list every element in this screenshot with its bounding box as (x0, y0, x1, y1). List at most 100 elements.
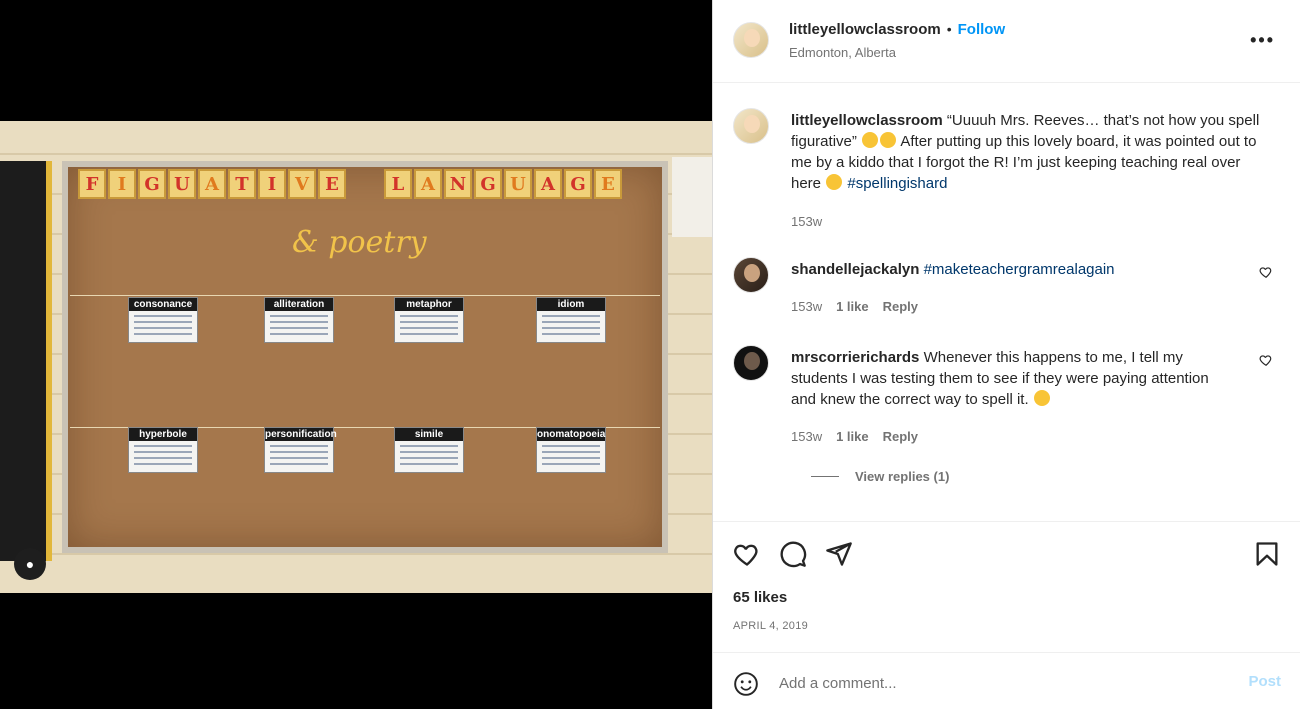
letter-block: I (258, 169, 286, 199)
vocab-card: personification (264, 427, 337, 473)
card-text-line (134, 463, 192, 465)
post-date[interactable]: APRIL 4, 2019 (733, 620, 808, 632)
post-location[interactable]: Edmonton, Alberta (789, 45, 896, 60)
author-avatar[interactable] (733, 22, 769, 58)
card-text-line (400, 463, 458, 465)
post-header: littleyellowclassroom • Follow Edmonton, A… (713, 0, 1300, 83)
card-text-line (542, 321, 600, 323)
letter-block: V (288, 169, 316, 199)
reply-button[interactable]: Reply (883, 429, 918, 444)
letter-block: I (108, 169, 136, 199)
reply-button[interactable]: Reply (883, 299, 918, 314)
vocab-card: metaphor (394, 297, 464, 343)
vocab-card-title: personification (265, 428, 337, 441)
comment-likes[interactable]: 1 like (836, 299, 869, 314)
share-icon[interactable] (825, 540, 853, 568)
author-username[interactable]: littleyellowclassroom (789, 21, 941, 38)
vocab-card: consonance (128, 297, 198, 343)
comment-hashtag[interactable]: #maketeachergramrealagain (924, 261, 1115, 278)
comment-avatar[interactable] (733, 345, 769, 381)
card-text-line (270, 315, 328, 317)
comment-age[interactable]: 153w (791, 429, 822, 444)
post-actions: 65 likes APRIL 4, 2019 (713, 521, 1300, 651)
caption-username[interactable]: littleyellowclassroom (791, 112, 943, 129)
clothesline-top (70, 295, 660, 296)
comment-avatar[interactable] (733, 257, 769, 293)
card-text-line (542, 463, 600, 465)
card-text-line (542, 445, 600, 447)
caption-age[interactable]: 153w (791, 214, 822, 229)
like-icon[interactable] (733, 540, 761, 568)
add-comment-bar: Post (713, 652, 1300, 709)
card-text-line (134, 327, 192, 329)
comments-list[interactable]: littleyellowclassroom “Uuuuh Mrs. Reeves… (713, 84, 1300, 520)
vocab-card-title: metaphor (395, 298, 463, 311)
card-text-line (400, 333, 458, 335)
emoji-picker-icon[interactable] (733, 671, 759, 697)
caption-avatar[interactable] (733, 108, 769, 144)
comment-likes[interactable]: 1 like (836, 429, 869, 444)
caption-hashtag[interactable]: #spellingishard (847, 175, 947, 192)
caption-meta: 153w (791, 214, 822, 229)
author-line: littleyellowclassroom • Follow (789, 21, 1005, 39)
vocab-card-title: consonance (129, 298, 197, 311)
comment-username[interactable]: mrscorrierichards (791, 349, 919, 366)
save-icon[interactable] (1253, 540, 1281, 568)
card-text-line (134, 315, 192, 317)
caption-text: littleyellowclassroom “Uuuuh Mrs. Reeves… (791, 110, 1271, 194)
card-text-line (270, 457, 328, 459)
card-text-line (542, 315, 600, 317)
like-count[interactable]: 65 likes (733, 589, 787, 606)
card-text-line (400, 451, 458, 453)
view-replies-label: View replies (1) (855, 469, 950, 484)
card-text-line (134, 445, 192, 447)
bulletin-board (62, 161, 668, 553)
letter-block: E (318, 169, 346, 199)
comment-username[interactable]: shandellejackalyn (791, 261, 919, 278)
emoji-icon (862, 132, 879, 148)
card-text-line (270, 333, 328, 335)
more-options-icon[interactable]: ••• (1250, 30, 1275, 51)
vocab-card-title: onomatopoeia (537, 428, 606, 441)
card-text-line (400, 321, 458, 323)
board-title: FIGUATIVELANGUAGE (78, 169, 622, 199)
comment-meta: 153w 1 like Reply (791, 299, 918, 314)
vocab-card: simile (394, 427, 464, 473)
view-replies-button[interactable]: View replies (1) (811, 469, 949, 484)
comment-age[interactable]: 153w (791, 299, 822, 314)
card-text-line (542, 457, 600, 459)
post-photo[interactable]: FIGUATIVELANGUAGE & poetry consonance all… (0, 121, 712, 593)
vocab-card-title: alliteration (265, 298, 333, 311)
card-text-line (542, 327, 600, 329)
vocab-card-title: idiom (537, 298, 605, 311)
card-text-line (400, 445, 458, 447)
card-text-line (270, 451, 328, 453)
vocab-card: idiom (536, 297, 606, 343)
emoji-icon (826, 174, 843, 190)
separator-dot: • (946, 21, 952, 37)
like-comment-icon[interactable] (1259, 265, 1273, 279)
tagged-users-button[interactable]: ● (14, 548, 46, 580)
letter-block: A (534, 169, 562, 199)
card-text-line (400, 457, 458, 459)
comment-icon[interactable] (779, 540, 807, 568)
letter-block: F (78, 169, 106, 199)
follow-button[interactable]: Follow (958, 21, 1006, 38)
letter-block: U (168, 169, 196, 199)
card-text-line (134, 333, 192, 335)
comment-input[interactable] (779, 670, 1219, 696)
right-poster (672, 157, 712, 237)
post-panel: littleyellowclassroom • Follow Edmonton, A… (712, 0, 1300, 709)
card-text-line (270, 445, 328, 447)
vocab-card-title: simile (395, 428, 463, 441)
side-board (0, 161, 52, 561)
letter-block: L (384, 169, 412, 199)
card-text-line (134, 457, 192, 459)
title-gap (348, 169, 382, 199)
replies-divider (811, 476, 839, 477)
vocab-card: alliteration (264, 297, 334, 343)
post-comment-button[interactable]: Post (1248, 673, 1281, 690)
card-text-line (134, 451, 192, 453)
letter-block: G (138, 169, 166, 199)
like-comment-icon[interactable] (1259, 353, 1273, 367)
